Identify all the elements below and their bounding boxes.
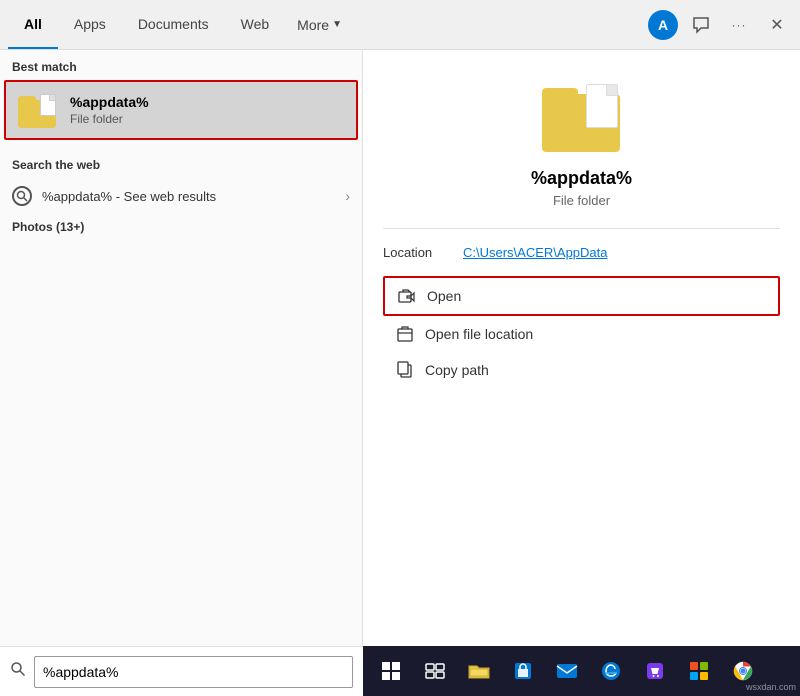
- search-icon: [12, 186, 32, 206]
- folder-icon: [18, 92, 58, 128]
- open-button[interactable]: Open: [383, 276, 780, 316]
- shopping-button[interactable]: [635, 651, 675, 691]
- web-result-text: %appdata% - See web results: [42, 189, 335, 204]
- location-link[interactable]: C:\Users\ACER\AppData: [463, 245, 608, 260]
- tab-web[interactable]: Web: [225, 0, 286, 49]
- search-bar: [0, 646, 363, 696]
- title-bar-actions: A ··· ✕: [648, 10, 792, 40]
- item-type: File folder: [70, 112, 149, 126]
- photos-section: Photos (13+): [0, 214, 362, 240]
- open-file-location-icon: [395, 324, 415, 344]
- open-icon: [397, 286, 417, 306]
- right-panel: %appdata% File folder Location C:\Users\…: [363, 50, 800, 696]
- best-match-text: %appdata% File folder: [70, 94, 149, 126]
- windows-start-button[interactable]: [371, 651, 411, 691]
- search-bar-icon: [10, 661, 26, 682]
- result-title: %appdata%: [531, 168, 632, 189]
- mail-button[interactable]: [547, 651, 587, 691]
- task-view-button[interactable]: [415, 651, 455, 691]
- copy-path-label: Copy path: [425, 362, 489, 378]
- divider: [383, 228, 780, 229]
- tab-all[interactable]: All: [8, 0, 58, 49]
- more-options-button[interactable]: ···: [724, 10, 754, 40]
- edge-button[interactable]: [591, 651, 631, 691]
- web-result-item[interactable]: %appdata% - See web results ›: [0, 178, 362, 214]
- store-button[interactable]: [503, 651, 543, 691]
- feedback-button[interactable]: [686, 10, 716, 40]
- open-file-location-label: Open file location: [425, 326, 533, 342]
- copy-path-icon: [395, 360, 415, 380]
- tab-more[interactable]: More ▼: [285, 0, 354, 49]
- search-window: All Apps Documents Web More ▼ A: [0, 0, 800, 696]
- left-spacer: [0, 240, 362, 696]
- tab-documents[interactable]: Documents: [122, 0, 225, 49]
- file-explorer-button[interactable]: [459, 651, 499, 691]
- result-folder-icon: [542, 80, 622, 152]
- location-label: Location: [383, 245, 463, 260]
- search-input[interactable]: [34, 656, 353, 688]
- chevron-right-icon: ›: [345, 188, 350, 204]
- open-label: Open: [427, 288, 461, 304]
- taskbar: wsxdan.com: [363, 646, 800, 696]
- item-name: %appdata%: [70, 94, 149, 110]
- game-button[interactable]: [679, 651, 719, 691]
- web-search-section: Search the web %appdata% - See web resul…: [0, 148, 362, 214]
- content-area: Best match %appdata% File folder Search …: [0, 50, 800, 696]
- close-button[interactable]: ✕: [762, 10, 792, 40]
- tab-apps[interactable]: Apps: [58, 0, 122, 49]
- best-match-label: Best match: [0, 50, 362, 80]
- user-avatar[interactable]: A: [648, 10, 678, 40]
- tabs: All Apps Documents Web More ▼: [8, 0, 648, 49]
- chevron-down-icon: ▼: [332, 19, 342, 30]
- copy-path-button[interactable]: Copy path: [383, 352, 780, 388]
- title-bar: All Apps Documents Web More ▼ A: [0, 0, 800, 50]
- web-search-label: Search the web: [0, 148, 362, 178]
- location-row: Location C:\Users\ACER\AppData: [383, 241, 780, 264]
- watermark-text: wsxdan.com: [746, 682, 796, 692]
- left-panel: Best match %appdata% File folder Search …: [0, 50, 363, 696]
- best-match-item[interactable]: %appdata% File folder: [4, 80, 358, 140]
- result-subtitle: File folder: [553, 193, 610, 208]
- open-file-location-button[interactable]: Open file location: [383, 316, 780, 352]
